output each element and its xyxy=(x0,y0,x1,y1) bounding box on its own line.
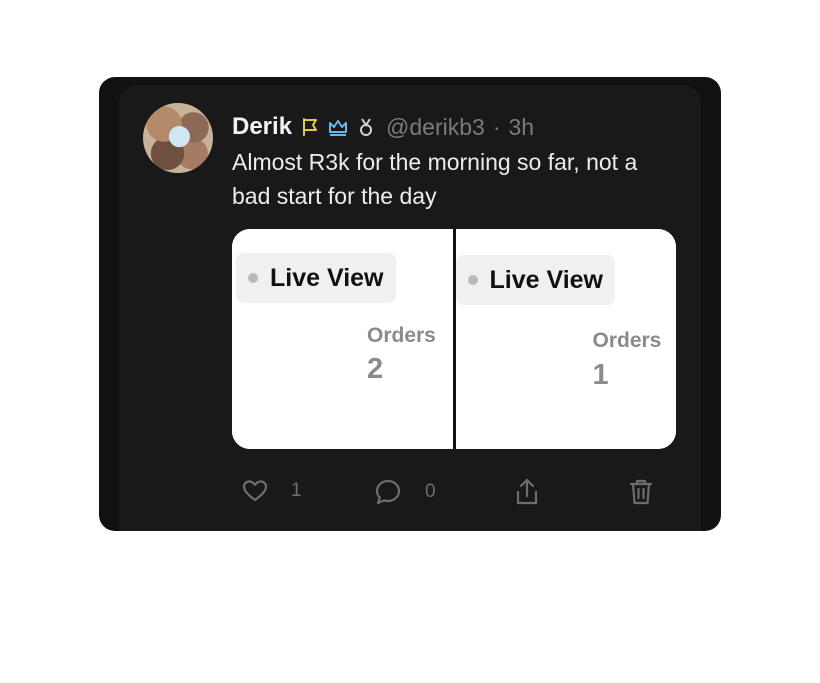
live-view-label: Live View xyxy=(270,263,384,292)
post-header: Derik @derikb3 · 3h xyxy=(232,113,534,141)
live-view-pill: Live View xyxy=(455,255,615,305)
flag-icon xyxy=(300,117,320,137)
like-count: 1 xyxy=(291,480,302,501)
delete-button[interactable] xyxy=(627,477,655,507)
live-view-label: Live View xyxy=(489,265,604,294)
media-panel-right: Live View Orders 1 xyxy=(455,229,676,449)
avatar[interactable] xyxy=(143,103,213,173)
author-handle[interactable]: @derikb3 xyxy=(386,114,485,141)
heart-icon xyxy=(242,480,268,502)
status-dot xyxy=(248,273,258,283)
orders-value: 1 xyxy=(592,359,609,391)
post-body: Almost R3k for the morning so far, not a… xyxy=(232,149,638,209)
like-button[interactable]: 1 xyxy=(241,477,302,505)
orders-label: Orders xyxy=(367,324,436,347)
comment-icon xyxy=(375,479,401,505)
share-icon xyxy=(516,478,538,505)
post-card[interactable]: Derik @derikb3 · 3h Almost R3k for the m… xyxy=(119,85,701,531)
reply-button[interactable]: 0 xyxy=(373,477,436,507)
trash-icon xyxy=(629,479,653,505)
post-frame: Derik @derikb3 · 3h Almost R3k for the m… xyxy=(99,77,721,531)
medal-icon xyxy=(356,117,376,137)
media-panel-left: Live View Orders 2 xyxy=(232,229,453,449)
post-media[interactable]: Live View Orders 2 Live View Orders 1 xyxy=(232,229,676,449)
separator: · xyxy=(492,113,501,140)
status-dot xyxy=(467,275,478,285)
action-bar: 1 0 xyxy=(241,477,671,517)
crown-icon xyxy=(328,117,348,137)
orders-label: Orders xyxy=(592,329,662,352)
post-time[interactable]: 3h xyxy=(509,114,535,141)
live-view-pill: Live View xyxy=(236,253,396,303)
share-button[interactable] xyxy=(513,477,541,507)
author-name[interactable]: Derik xyxy=(232,113,292,141)
reply-count: 0 xyxy=(425,481,436,502)
orders-value: 2 xyxy=(367,353,384,385)
